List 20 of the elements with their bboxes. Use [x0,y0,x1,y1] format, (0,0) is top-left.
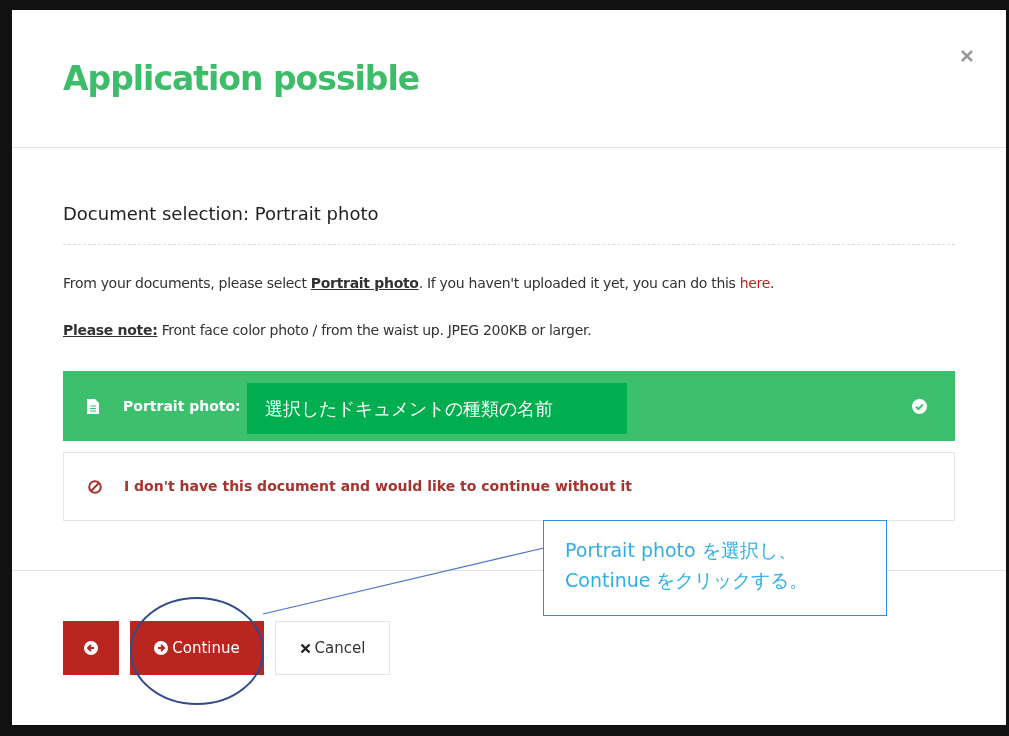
check-circle-icon [912,398,927,414]
arrow-left-icon [84,641,98,655]
cancel-button[interactable]: Cancel [275,621,390,675]
close-button[interactable] [958,47,975,64]
section-heading: Document selection: Portrait photo [63,200,955,245]
option-label: I don't have this document and would like to continue without it [124,477,632,496]
continue-button[interactable]: Continue [130,621,264,675]
note-text: Please note: Front face color photo / from the waist up. JPEG 200KB or larger. [63,321,593,340]
option-label: Portrait photo: [123,396,241,416]
arrow-right-icon [154,641,169,655]
document-icon [87,398,99,414]
instruction-text: From your documents, please select Portrait photo. If you haven't uploaded it yet, you can do this here. [63,274,776,293]
callout-text: Continue をクリックする。 [565,568,810,593]
dialog-title: Application possible [63,57,420,100]
close-icon [299,642,311,654]
back-button[interactable] [63,621,119,675]
prohibited-icon [88,479,102,494]
skip-option[interactable]: I don't have this document and would like to continue without it [63,452,955,521]
callout-text: Portrait photo を選択し、 [565,538,798,563]
annotation-label: 選択したドキュメントの種類の名前 [247,383,627,434]
